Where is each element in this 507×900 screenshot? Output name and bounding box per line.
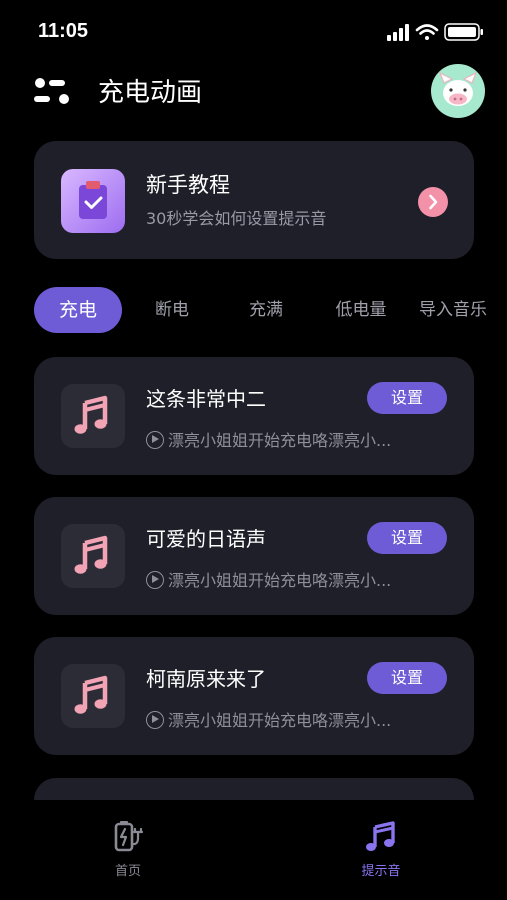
- music-note-icon: [366, 821, 395, 851]
- sound-title: 柯南原来来了: [146, 667, 266, 691]
- set-button[interactable]: 设置: [367, 382, 447, 414]
- tab-low-battery[interactable]: 低电量: [326, 287, 396, 333]
- tab-full[interactable]: 充满: [234, 287, 298, 333]
- battery-charging-icon: [114, 821, 144, 852]
- category-tabs: 充电 断电 充满 低电量 导入音乐: [0, 287, 507, 335]
- tab-charging[interactable]: 充电: [34, 287, 122, 333]
- sound-description: 漂亮小姐姐开始充电咯漂亮小...: [146, 567, 391, 591]
- tutorial-card[interactable]: 新手教程 30秒学会如何设置提示音: [34, 141, 474, 259]
- tab-disconnect[interactable]: 断电: [140, 287, 204, 333]
- nav-home-label: 首页: [114, 864, 141, 879]
- avatar[interactable]: [431, 64, 485, 118]
- sound-title: 可爱的日语声: [146, 527, 266, 551]
- music-note-icon: [61, 384, 125, 448]
- play-icon[interactable]: [146, 571, 164, 589]
- bottom-nav: 首页 提示音: [0, 800, 507, 900]
- menu-icon[interactable]: [34, 76, 70, 106]
- nav-ringtone[interactable]: 提示音: [341, 818, 421, 879]
- nav-home[interactable]: 首页: [88, 818, 168, 879]
- play-icon[interactable]: [146, 711, 164, 729]
- nav-ringtone-label: 提示音: [361, 864, 401, 879]
- sound-card[interactable]: 可爱的日语声 漂亮小姐姐开始充电咯漂亮小... 设置: [34, 497, 474, 615]
- tutorial-subtitle: 30秒学会如何设置提示音: [146, 209, 327, 228]
- battery-icon: [444, 23, 483, 41]
- sound-description: 漂亮小姐姐开始充电咯漂亮小...: [146, 427, 391, 451]
- cow-avatar-icon: [438, 71, 478, 106]
- status-icons: [387, 23, 483, 41]
- sound-title: 这条非常中二: [146, 387, 266, 411]
- sound-card[interactable]: 这条非常中二 漂亮小姐姐开始充电咯漂亮小... 设置: [34, 357, 474, 475]
- tab-import-music[interactable]: 导入音乐: [419, 287, 507, 333]
- clipboard-check-icon: [61, 169, 125, 233]
- music-note-icon: [61, 664, 125, 728]
- status-time: 11:05: [38, 20, 89, 42]
- signal-icon: [387, 24, 409, 41]
- status-bar: 11:05: [0, 0, 507, 60]
- tutorial-title: 新手教程: [146, 173, 230, 197]
- play-icon[interactable]: [146, 431, 164, 449]
- sound-card[interactable]: 柯南原来来了 漂亮小姐姐开始充电咯漂亮小... 设置: [34, 637, 474, 755]
- set-button[interactable]: 设置: [367, 522, 447, 554]
- page-title: 充电动画: [98, 78, 203, 108]
- chevron-right-icon[interactable]: [418, 187, 448, 217]
- music-note-icon: [61, 524, 125, 588]
- sound-description: 漂亮小姐姐开始充电咯漂亮小...: [146, 707, 391, 731]
- wifi-icon: [415, 24, 439, 40]
- set-button[interactable]: 设置: [367, 662, 447, 694]
